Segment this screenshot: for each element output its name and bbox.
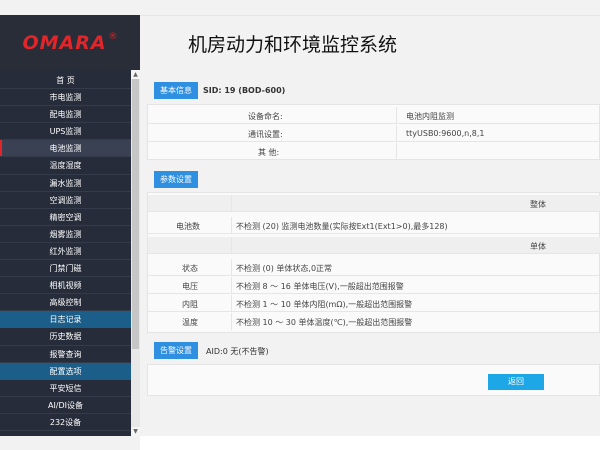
sidebar-item-alarm-query[interactable]: 报警查询	[0, 346, 131, 363]
alarm-tag: 告警设置	[154, 342, 198, 359]
comm-settings-label: 通讯设置:	[248, 130, 283, 139]
sidebar-nav: 首 页 市电监测 配电监测 UPS监测 电池监测 温度湿度 漏水监测 空调监测 …	[0, 72, 131, 431]
battery-count-label: 电池数	[176, 222, 200, 231]
single-header: 单体	[530, 242, 546, 251]
sidebar-item-distribution-monitor[interactable]: 配电监测	[0, 106, 131, 124]
logo: OMARA ®	[0, 15, 140, 70]
whole-header: 整体	[530, 200, 546, 209]
sidebar-item-water-leak[interactable]: 漏水监测	[0, 175, 131, 192]
basic-info-table: 设备命名: 电池内阻监测 通讯设置: ttyUSB0:9600,n,8,1 其 …	[147, 104, 600, 160]
voltage-row: 电压 不检测 8 ～ 16 单体电压(V),一般超出范围报警	[148, 277, 600, 294]
sidebar-item-home[interactable]: 首 页	[0, 72, 131, 90]
main-content: 基本信息 SID: 19 (BOD-600) 设备命名: 电池内阻监测 通讯设置…	[140, 70, 600, 436]
sidebar-item-infrared-monitor[interactable]: 红外监测	[0, 243, 131, 261]
whole-header-row: 整体	[148, 195, 600, 212]
scroll-up-arrow-icon[interactable]: ▲	[131, 70, 140, 79]
voltage-value: 不检测 8 ～ 16 单体电压(V),一般超出范围报警	[236, 282, 404, 291]
sidebar-bottom-strip	[0, 436, 140, 450]
sidebar-item-sms[interactable]: 平安短信	[0, 380, 131, 397]
scrollbar-thumb[interactable]	[132, 79, 139, 349]
sidebar-item-temp-humidity[interactable]: 温度湿度	[0, 157, 131, 175]
sidebar-section-config[interactable]: 配置选项	[0, 362, 131, 380]
header: OMARA ® 机房动力和环境监控系统	[0, 0, 600, 70]
sid-text: SID: 19 (BOD-600)	[203, 86, 286, 95]
logo-text: OMARA	[22, 31, 107, 54]
other-label: 其 他:	[258, 148, 280, 157]
sidebar-item-battery-monitor[interactable]: 电池监测	[0, 140, 131, 158]
params-tag: 参数设置	[154, 171, 198, 188]
scroll-down-arrow-icon[interactable]: ▼	[131, 427, 140, 436]
footer-strip	[140, 436, 600, 450]
sidebar-scrollbar[interactable]: ▲ ▼	[131, 70, 140, 436]
temperature-value: 不检测 10 ～ 30 单体温度(℃),一般超出范围报警	[236, 318, 413, 327]
battery-count-row: 电池数 不检测 (20) 监测电池数量(实际按Ext1(Ext1>0),最多12…	[148, 217, 600, 234]
sidebar-item-precision-ac[interactable]: 精密空调	[0, 209, 131, 226]
status-label: 状态	[182, 264, 198, 273]
comm-settings-value: ttyUSB0:9600,n,8,1	[406, 129, 485, 138]
sidebar-item-ai-di-device[interactable]: AI/DI设备	[0, 397, 131, 414]
single-header-row: 单体	[148, 237, 600, 254]
temperature-label: 温度	[182, 318, 198, 327]
status-value: 不检测 (0) 单体状态,0正常	[236, 264, 333, 273]
device-name-value: 电池内阻监测	[406, 112, 454, 121]
sidebar: 首 页 市电监测 配电监测 UPS监测 电池监测 温度湿度 漏水监测 空调监测 …	[0, 70, 140, 436]
sidebar-item-history-data[interactable]: 历史数据	[0, 328, 131, 346]
sidebar-item-ac-monitor[interactable]: 空调监测	[0, 192, 131, 209]
status-row: 状态 不检测 (0) 单体状态,0正常	[148, 259, 600, 276]
resistance-label: 内阻	[182, 300, 198, 309]
resistance-value: 不检测 1 ～ 10 单体内阻(mΩ),一般超出范围报警	[236, 300, 413, 309]
voltage-label: 电压	[182, 282, 198, 291]
resistance-row: 内阻 不检测 1 ～ 10 单体内阻(mΩ),一般超出范围报警	[148, 295, 600, 312]
sidebar-item-advanced-control[interactable]: 高级控制	[0, 294, 131, 312]
table-row: 其 他:	[148, 143, 600, 160]
table-row: 设备命名: 电池内阻监测	[148, 107, 600, 124]
alarm-text: AID:0 无(不告警)	[206, 347, 269, 356]
battery-count-value: 不检测 (20) 监测电池数量(实际按Ext1(Ext1>0),最多128)	[236, 222, 448, 231]
sidebar-item-232-device[interactable]: 232设备	[0, 414, 131, 431]
logo-registered-mark: ®	[108, 31, 118, 42]
sidebar-item-ups-monitor[interactable]: UPS监测	[0, 123, 131, 141]
sidebar-item-mains-monitor[interactable]: 市电监测	[0, 89, 131, 107]
sidebar-item-smoke-monitor[interactable]: 烟雾监测	[0, 226, 131, 243]
sidebar-item-door-access[interactable]: 门禁门磁	[0, 260, 131, 278]
device-name-label: 设备命名:	[248, 112, 283, 121]
sidebar-section-logs[interactable]: 日志记录	[0, 311, 131, 329]
basic-info-tag: 基本信息	[154, 82, 198, 99]
back-button[interactable]: 返回	[488, 374, 544, 390]
params-table: 整体 电池数 不检测 (20) 监测电池数量(实际按Ext1(Ext1>0),最…	[147, 192, 600, 333]
sidebar-item-camera-video[interactable]: 相机视频	[0, 277, 131, 295]
page-title: 机房动力和环境监控系统	[188, 34, 398, 56]
temperature-row: 温度 不检测 10 ～ 30 单体温度(℃),一般超出范围报警	[148, 313, 600, 330]
table-row: 通讯设置: ttyUSB0:9600,n,8,1	[148, 125, 600, 142]
